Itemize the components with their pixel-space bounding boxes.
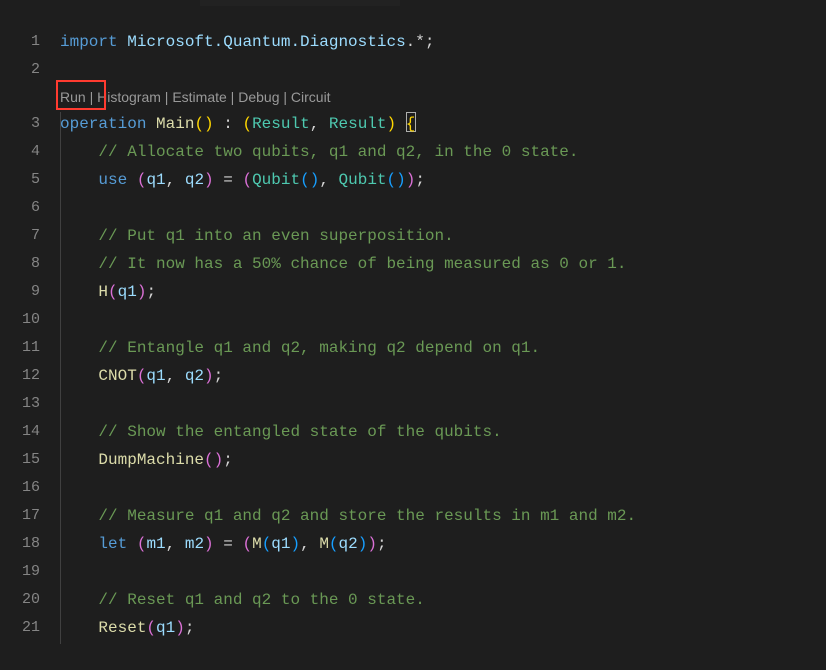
code-line: let (m1, m2) = (M(q1), M(q2));: [60, 530, 826, 558]
line-number-gutter: 1 2 3 4 5 6 7 8 9 10 11 12 13 14 15 16 1…: [0, 28, 60, 642]
code-editor[interactable]: 1 2 3 4 5 6 7 8 9 10 11 12 13 14 15 16 1…: [0, 18, 826, 642]
code-line: [60, 390, 826, 418]
comment: // Entangle q1 and q2, making q2 depend …: [98, 339, 540, 357]
type-result: Result: [252, 115, 310, 133]
line-number: 6: [0, 194, 40, 222]
keyword-import: import: [60, 33, 118, 51]
line-number: 3: [0, 110, 40, 138]
codelens-estimate[interactable]: Estimate: [172, 89, 226, 105]
code-line: use (q1, q2) = (Qubit(), Qubit());: [60, 166, 826, 194]
line-number: 15: [0, 446, 40, 474]
line-number: 18: [0, 530, 40, 558]
namespace: Microsoft.Quantum.Diagnostics: [127, 33, 405, 51]
code-line: [60, 474, 826, 502]
code-line: // Allocate two qubits, q1 and q2, in th…: [60, 138, 826, 166]
code-line: // Put q1 into an even superposition.: [60, 222, 826, 250]
line-number: 8: [0, 250, 40, 278]
code-line: // Reset q1 and q2 to the 0 state.: [60, 586, 826, 614]
code-line: [60, 558, 826, 586]
code-line: Reset(q1);: [60, 614, 826, 642]
code-line: // Measure q1 and q2 and store the resul…: [60, 502, 826, 530]
code-line: [60, 56, 826, 84]
codelens-histogram[interactable]: Histogram: [97, 89, 161, 105]
code-line: H(q1);: [60, 278, 826, 306]
keyword-operation: operation: [60, 115, 146, 133]
code-line: [60, 194, 826, 222]
line-number: 12: [0, 362, 40, 390]
line-number: 16: [0, 474, 40, 502]
code-line: [60, 306, 826, 334]
comment: // It now has a 50% chance of being meas…: [98, 255, 626, 273]
line-number: 14: [0, 418, 40, 446]
line-number: 17: [0, 502, 40, 530]
fn-main: Main: [156, 115, 194, 133]
code-area[interactable]: import Microsoft.Quantum.Diagnostics.*; …: [60, 28, 826, 642]
line-number: 9: [0, 278, 40, 306]
line-number: 4: [0, 138, 40, 166]
type-result: Result: [329, 115, 387, 133]
code-line: // Show the entangled state of the qubit…: [60, 418, 826, 446]
codelens-run[interactable]: Run: [60, 89, 86, 105]
codelens-debug[interactable]: Debug: [238, 89, 279, 105]
code-line: // It now has a 50% chance of being meas…: [60, 250, 826, 278]
code-line: // Entangle q1 and q2, making q2 depend …: [60, 334, 826, 362]
comment: // Put q1 into an even superposition.: [98, 227, 453, 245]
code-line: import Microsoft.Quantum.Diagnostics.*;: [60, 28, 826, 56]
comment: // Reset q1 and q2 to the 0 state.: [98, 591, 424, 609]
tab-shadow: [200, 0, 400, 6]
line-number: 7: [0, 222, 40, 250]
line-number: 13: [0, 390, 40, 418]
codelens-bar: Run | Histogram | Estimate | Debug | Cir…: [60, 84, 826, 110]
line-number: 19: [0, 558, 40, 586]
cursor: {: [406, 112, 416, 132]
comment: // Show the entangled state of the qubit…: [98, 423, 501, 441]
comment: // Allocate two qubits, q1 and q2, in th…: [98, 143, 578, 161]
line-number: 5: [0, 166, 40, 194]
line-number: 21: [0, 614, 40, 642]
code-line: DumpMachine();: [60, 446, 826, 474]
line-number: 11: [0, 334, 40, 362]
code-line: CNOT(q1, q2);: [60, 362, 826, 390]
indent-guide: [60, 112, 61, 644]
line-number: 2: [0, 56, 40, 84]
line-number: 20: [0, 586, 40, 614]
comment: // Measure q1 and q2 and store the resul…: [98, 507, 636, 525]
tab-bar: [0, 0, 826, 18]
line-number: 10: [0, 306, 40, 334]
codelens-circuit[interactable]: Circuit: [291, 89, 331, 105]
code-line: operation Main() : (Result, Result) {: [60, 110, 826, 138]
line-number: 1: [0, 28, 40, 56]
